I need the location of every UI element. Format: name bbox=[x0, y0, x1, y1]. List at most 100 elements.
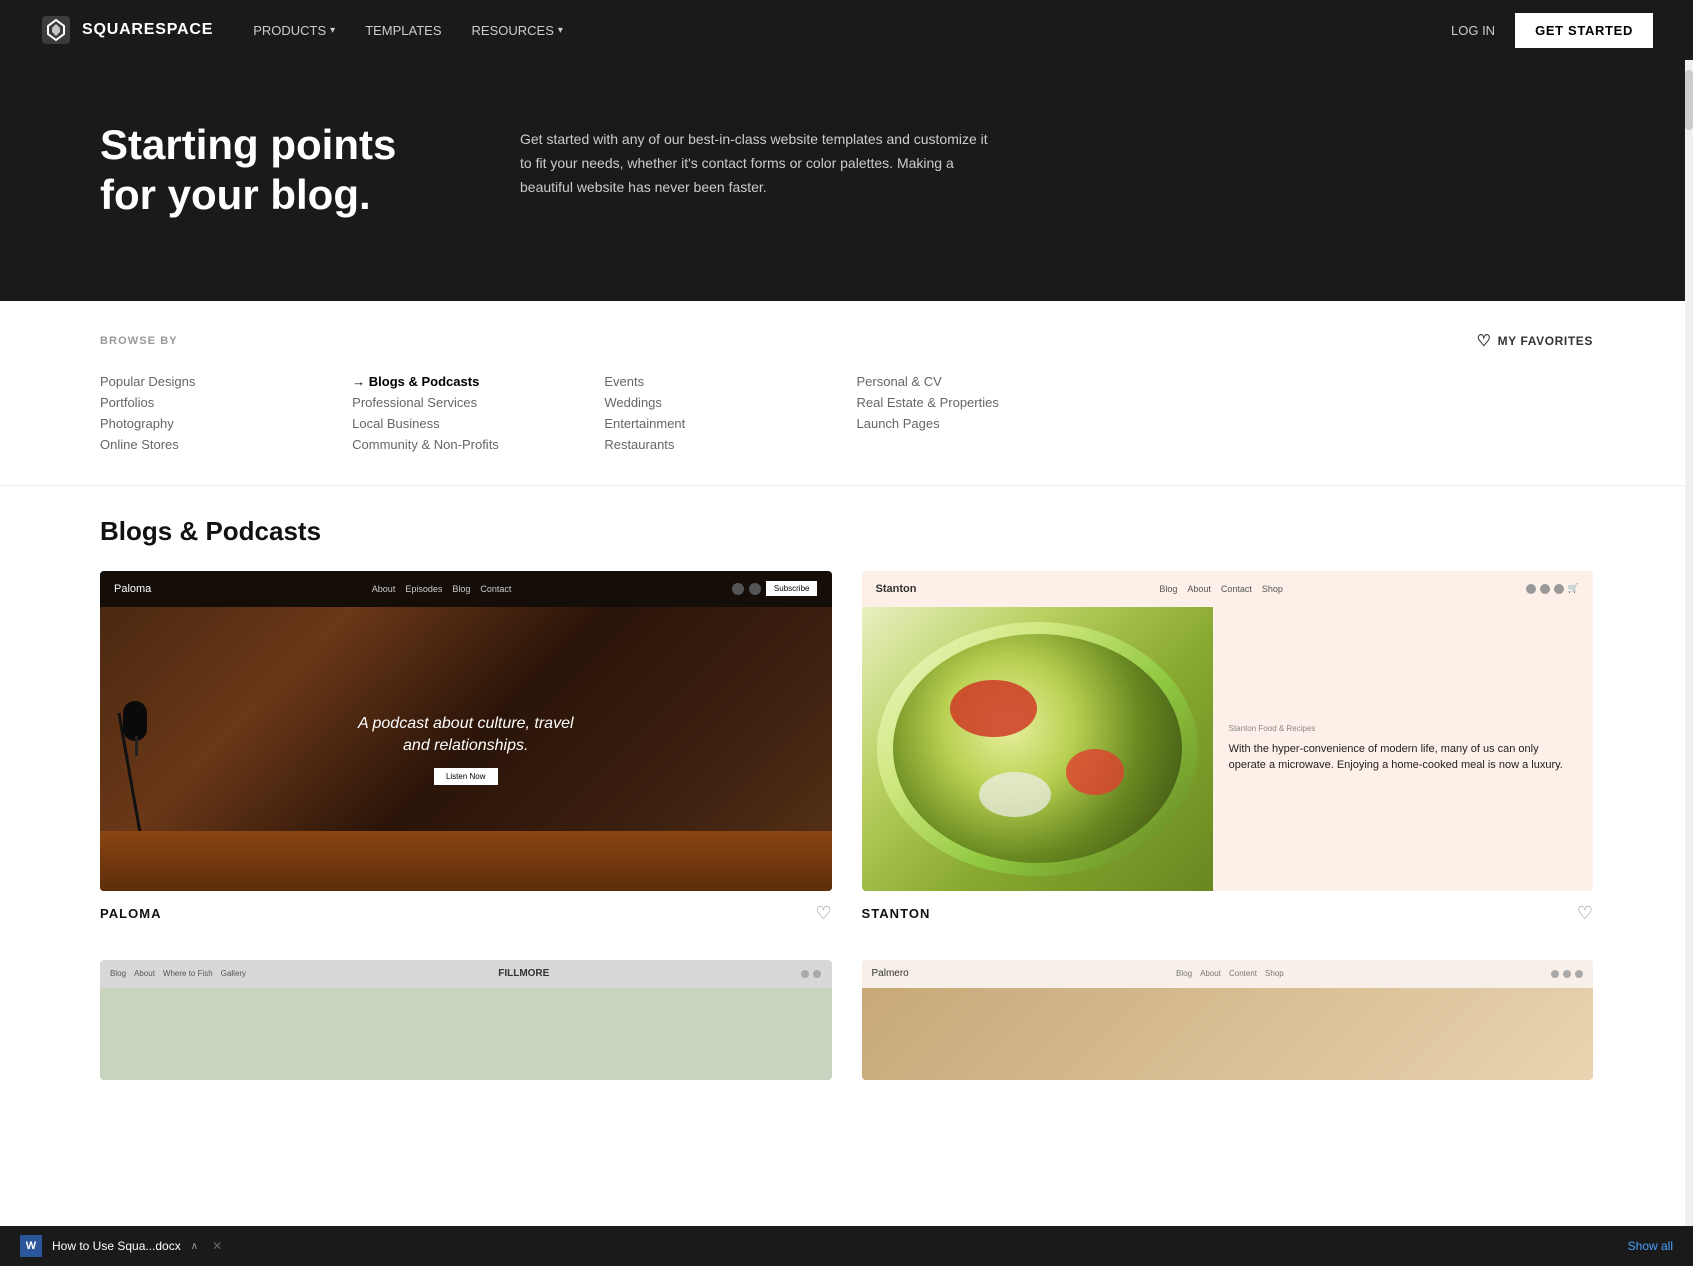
paloma-social-icon-1 bbox=[732, 583, 744, 595]
mic-head bbox=[123, 701, 147, 741]
stanton-tomato-1 bbox=[950, 680, 1037, 737]
paloma-template-card[interactable]: Paloma About Episodes Blog Contact Subsc… bbox=[100, 571, 832, 930]
category-local-business[interactable]: Local Business bbox=[352, 413, 584, 434]
nav-templates[interactable]: TEMPLATES bbox=[365, 23, 441, 38]
palmera-icon-3 bbox=[1575, 970, 1583, 978]
browse-by-label: BROWSE BY bbox=[100, 335, 178, 347]
stanton-nav-blog: Blog bbox=[1159, 584, 1177, 594]
stanton-bowl bbox=[877, 622, 1198, 876]
mic-arm bbox=[135, 736, 138, 756]
stanton-favorite-button[interactable]: ♡ bbox=[1577, 903, 1593, 924]
stanton-article: With the hyper-convenience of modern lif… bbox=[1229, 741, 1577, 774]
paloma-social-icon-2 bbox=[749, 583, 761, 595]
fillmore-dot-2 bbox=[813, 970, 821, 978]
fillmore-nav-blog: Blog bbox=[110, 969, 126, 978]
logo-text: SQUARESPACE bbox=[82, 21, 213, 39]
fillmore-nav-gallery: Gallery bbox=[221, 969, 246, 978]
paloma-subscribe-btn: Subscribe bbox=[766, 581, 818, 596]
heart-icon: ♡ bbox=[1477, 331, 1492, 351]
fillmore-thumbnail[interactable]: Blog About Where to Fish Gallery FILLMOR… bbox=[100, 960, 832, 1080]
category-photography[interactable]: Photography bbox=[100, 413, 332, 434]
paloma-nav-right: Subscribe bbox=[732, 581, 818, 596]
stanton-brand-label: Stanton bbox=[876, 583, 917, 595]
paloma-brand-label: Paloma bbox=[114, 583, 151, 595]
bottom-expand-button[interactable]: ∧ bbox=[191, 1241, 198, 1252]
scrollbar-track[interactable] bbox=[1685, 60, 1693, 1226]
stanton-template-card[interactable]: Stanton Blog About Contact Shop 🛒 bbox=[862, 571, 1594, 930]
palmera-icon-2 bbox=[1563, 970, 1571, 978]
main-content: Blogs & Podcasts Paloma About Episodes B… bbox=[0, 486, 1693, 1110]
category-online-stores[interactable]: Online Stores bbox=[100, 434, 332, 455]
get-started-button[interactable]: GET STARTED bbox=[1515, 13, 1653, 48]
palmera-nav-shop: Shop bbox=[1265, 969, 1284, 978]
hero-title: Starting points for your blog. bbox=[100, 120, 440, 221]
category-community-nonprofits[interactable]: Community & Non-Profits bbox=[352, 434, 584, 455]
paloma-table bbox=[100, 831, 832, 891]
stanton-cart-icon: 🛒 bbox=[1568, 583, 1579, 594]
category-col-3: Events Weddings Entertainment Restaurant… bbox=[604, 371, 836, 455]
paloma-preview: Paloma About Episodes Blog Contact Subsc… bbox=[100, 571, 832, 891]
paloma-name-row: PALOMA ♡ bbox=[100, 891, 832, 930]
stanton-name-row: STANTON ♡ bbox=[862, 891, 1594, 930]
fillmore-nav: Blog About Where to Fish Gallery FILLMOR… bbox=[100, 960, 832, 988]
show-all-button[interactable]: Show all bbox=[1628, 1239, 1673, 1253]
template-grid: Paloma About Episodes Blog Contact Subsc… bbox=[100, 571, 1593, 930]
login-button[interactable]: LOG IN bbox=[1451, 23, 1495, 38]
navbar-right: LOG IN GET STARTED bbox=[1451, 13, 1653, 48]
palmera-brand-label: Palmero bbox=[872, 968, 909, 979]
hero-section: Starting points for your blog. Get start… bbox=[0, 60, 1693, 301]
paloma-tagline: A podcast about culture, traveland relat… bbox=[358, 713, 574, 758]
logo[interactable]: SQUARESPACE bbox=[40, 14, 213, 46]
category-weddings[interactable]: Weddings bbox=[604, 392, 836, 413]
category-real-estate[interactable]: Real Estate & Properties bbox=[857, 392, 1089, 413]
palmera-nav-icons bbox=[1551, 970, 1583, 978]
stanton-content: Stanton Food & Recipes With the hyper-co… bbox=[862, 607, 1594, 891]
nav-links: PRODUCTS ▾ TEMPLATES RESOURCES ▾ bbox=[253, 23, 563, 38]
fillmore-brand-label: FILLMORE bbox=[498, 968, 549, 979]
paloma-nav-items: About Episodes Blog Contact bbox=[372, 584, 512, 594]
category-entertainment[interactable]: Entertainment bbox=[604, 413, 836, 434]
paloma-text-overlay: A podcast about culture, traveland relat… bbox=[358, 713, 574, 785]
category-launch-pages[interactable]: Launch Pages bbox=[857, 413, 1089, 434]
bottom-bar-left: W How to Use Squa...docx ∧ ✕ bbox=[20, 1235, 222, 1257]
stanton-cheese bbox=[979, 772, 1051, 818]
category-personal-cv[interactable]: Personal & CV bbox=[857, 371, 1089, 392]
stanton-nav-right: 🛒 bbox=[1526, 583, 1579, 594]
navbar: SQUARESPACE PRODUCTS ▾ TEMPLATES RESOURC… bbox=[0, 0, 1693, 60]
paloma-nav-bar: Paloma About Episodes Blog Contact Subsc… bbox=[100, 571, 832, 607]
stanton-salad bbox=[893, 634, 1182, 863]
stanton-subtitle: Stanton Food & Recipes bbox=[1229, 724, 1577, 733]
paloma-nav-blog: Blog bbox=[452, 584, 470, 594]
paloma-favorite-button[interactable]: ♡ bbox=[815, 903, 831, 924]
my-favorites-button[interactable]: ♡ MY FAVORITES bbox=[1477, 331, 1593, 351]
bottom-bar: W How to Use Squa...docx ∧ ✕ Show all bbox=[0, 1226, 1693, 1266]
palmera-icon-1 bbox=[1551, 970, 1559, 978]
stanton-tomato-2 bbox=[1066, 749, 1124, 795]
paloma-nav-episodes: Episodes bbox=[405, 584, 442, 594]
stanton-nav-items: Blog About Contact Shop bbox=[1159, 584, 1283, 594]
stanton-nav-about: About bbox=[1187, 584, 1211, 594]
stanton-text-area: Stanton Food & Recipes With the hyper-co… bbox=[1213, 607, 1593, 891]
paloma-nav-contact: Contact bbox=[480, 584, 511, 594]
category-events[interactable]: Events bbox=[604, 371, 836, 392]
category-portfolios[interactable]: Portfolios bbox=[100, 392, 332, 413]
stanton-preview: Stanton Blog About Contact Shop 🛒 bbox=[862, 571, 1594, 891]
expand-chevron-icon: ∧ bbox=[191, 1241, 198, 1252]
fillmore-nav-fish: Where to Fish bbox=[163, 969, 213, 978]
stanton-nav-shop: Shop bbox=[1262, 584, 1283, 594]
section-title: Blogs & Podcasts bbox=[100, 516, 1593, 547]
nav-products[interactable]: PRODUCTS ▾ bbox=[253, 23, 335, 38]
squarespace-logo-icon bbox=[40, 14, 72, 46]
bottom-close-button[interactable]: ✕ bbox=[212, 1239, 222, 1253]
category-blogs-podcasts[interactable]: Blogs & Podcasts bbox=[352, 371, 584, 392]
palmera-thumbnail[interactable]: Palmero Blog About Content Shop bbox=[862, 960, 1594, 1080]
palmera-nav: Palmero Blog About Content Shop bbox=[862, 960, 1594, 988]
paloma-template-name: PALOMA bbox=[100, 906, 162, 921]
scrollbar-thumb[interactable] bbox=[1685, 70, 1693, 130]
nav-resources[interactable]: RESOURCES ▾ bbox=[472, 23, 563, 38]
category-popular-designs[interactable]: Popular Designs bbox=[100, 371, 332, 392]
category-restaurants[interactable]: Restaurants bbox=[604, 434, 836, 455]
stanton-icon-1 bbox=[1526, 584, 1536, 594]
palmera-nav-blog: Blog bbox=[1176, 969, 1192, 978]
category-professional-services[interactable]: Professional Services bbox=[352, 392, 584, 413]
